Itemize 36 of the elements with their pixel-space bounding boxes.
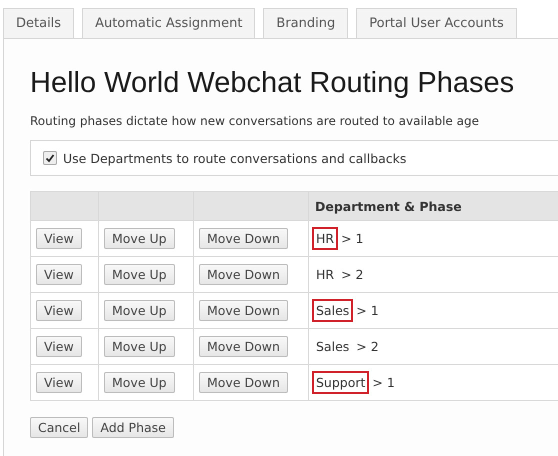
phase-number: > 2 — [356, 339, 379, 354]
move-up-button[interactable]: Move Up — [104, 228, 175, 249]
phase-number: > 2 — [341, 267, 364, 282]
add-phase-button[interactable]: Add Phase — [92, 417, 174, 438]
move-up-button[interactable]: Move Up — [104, 264, 175, 285]
tab[interactable]: Branding — [263, 8, 348, 38]
description-text: Routing phases dictate how new conversations are routed to available age — [30, 114, 480, 128]
department-name: Sales — [315, 338, 350, 356]
tab[interactable]: Details — [3, 8, 74, 38]
move-up-button[interactable]: Move Up — [104, 300, 175, 321]
tab[interactable]: Automatic Assignment — [82, 8, 256, 38]
view-button[interactable]: View — [36, 372, 82, 393]
view-button[interactable]: View — [36, 300, 82, 321]
view-button[interactable]: View — [36, 336, 82, 357]
department-name: Support — [312, 371, 370, 394]
page-title: Hello World Webchat Routing Phases — [30, 67, 516, 100]
tab[interactable]: Portal User Accounts — [356, 8, 517, 38]
department-name: HR — [312, 227, 338, 250]
cancel-button[interactable]: Cancel — [30, 417, 88, 438]
view-button[interactable]: View — [36, 228, 82, 249]
phase-number: > 1 — [356, 303, 379, 318]
department-name: Sales — [312, 299, 354, 322]
checkbox[interactable] — [43, 151, 57, 165]
move-down-button[interactable]: Move Down — [199, 372, 288, 393]
phase-number: > 1 — [341, 231, 364, 246]
move-down-button[interactable]: Move Down — [199, 228, 288, 249]
phase-number: > 1 — [372, 375, 395, 390]
move-up-button[interactable]: Move Up — [104, 372, 175, 393]
department-name: HR — [315, 266, 336, 284]
move-up-button[interactable]: Move Up — [104, 336, 175, 357]
checkbox-label: Use Departments to route conversations and callbacks — [63, 150, 406, 166]
move-down-button[interactable]: Move Down — [199, 264, 288, 285]
move-down-button[interactable]: Move Down — [199, 336, 288, 357]
view-button[interactable]: View — [36, 264, 82, 285]
move-down-button[interactable]: Move Down — [199, 300, 288, 321]
header-cell: Department & Phase — [308, 192, 558, 220]
